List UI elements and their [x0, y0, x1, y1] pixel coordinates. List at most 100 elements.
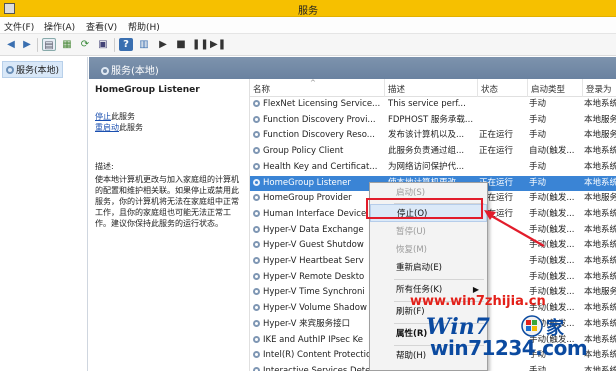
menu-help[interactable]: 帮助(H) — [128, 20, 160, 33]
help-icon[interactable]: ? — [119, 38, 133, 51]
cell-service-name: Hyper-V Remote Deskto — [253, 270, 385, 286]
menu-action[interactable]: 操作(A) — [44, 20, 75, 33]
description-label: 描述: — [95, 162, 114, 171]
stop-icon[interactable]: ■ — [174, 38, 188, 51]
table-row[interactable]: Function Discovery Reso... 发布该计算机以及... 正在运… — [250, 128, 616, 144]
resume-icon[interactable]: ▶❚ — [210, 38, 226, 51]
cell-startup-type: 手动(触发... — [529, 256, 575, 266]
annotation-arrow-icon — [484, 210, 545, 247]
cell-logon-as: 本地服务 — [584, 193, 616, 204]
properties-icon[interactable]: ▣ — [96, 38, 110, 51]
service-gear-icon — [253, 335, 260, 343]
cell-logon-as: 本地服务 — [584, 130, 616, 141]
cell-service-name: FlexNet Licensing Service... — [253, 97, 385, 113]
column-header-logon-as[interactable]: 登录为 — [586, 83, 612, 95]
table-row[interactable]: Group Policy Client 此服务负责通过组... 正在运行 自动(触发.… — [250, 144, 616, 160]
service-gear-icon — [253, 115, 260, 123]
service-gear-icon — [253, 272, 260, 280]
cell-logon-as: 本地系统 — [584, 256, 616, 266]
service-gear-icon — [253, 288, 260, 296]
detail-service-name: HomeGroup Listener — [95, 85, 200, 95]
console-icon[interactable]: ▥ — [137, 38, 151, 51]
cell-service-name: Hyper-V Guest Shutdow — [253, 238, 385, 254]
service-detail-panel: HomeGroup Listener 停止此服务 重启动此服务 描述: 使本地计… — [89, 79, 249, 371]
play-icon[interactable]: ▶ — [156, 38, 170, 51]
cell-service-name: HomeGroup Listener — [253, 176, 385, 192]
service-gear-icon — [253, 241, 260, 249]
cell-service-name: Hyper-V Time Synchroni — [253, 285, 385, 301]
cell-startup-type: 手动 — [529, 130, 547, 141]
column-header-row: 名称 ^ 描述 状态 启动类型 登录为 — [250, 79, 616, 97]
highlight-box — [366, 198, 483, 219]
table-row[interactable]: FlexNet Licensing Service... This service… — [250, 97, 616, 113]
service-gear-icon — [253, 131, 260, 139]
column-header-description[interactable]: 描述 — [388, 83, 405, 95]
service-gear-icon — [253, 366, 260, 371]
pane-header-title: 服务(本地) — [101, 62, 159, 77]
cell-startup-type: 手动 — [529, 99, 547, 109]
menu-file[interactable]: 文件(F) — [4, 20, 34, 33]
ctx-restart[interactable]: 重新启动(E) — [370, 259, 487, 277]
cell-service-name: Hyper-V Volume Shadow — [253, 301, 385, 317]
menu-view[interactable]: 查看(V) — [86, 20, 117, 33]
pane-header: 服务(本地) — [89, 57, 616, 79]
column-divider[interactable] — [477, 79, 478, 97]
column-divider[interactable] — [527, 79, 528, 97]
ctx-resume[interactable]: 恢复(M) — [370, 241, 487, 259]
gear-icon — [6, 66, 14, 74]
cell-logon-as: 本地系统 — [584, 177, 616, 188]
watermark-site: win71234.com — [430, 336, 588, 360]
service-gear-icon — [253, 194, 260, 202]
cell-logon-as: 本地系统 — [584, 161, 616, 172]
cell-description: 为网络访问保护代... — [388, 161, 465, 172]
cell-logon-as: 本地服务 — [584, 114, 616, 125]
cell-startup-type: 手动 — [529, 177, 547, 188]
column-header-name[interactable]: 名称 — [253, 83, 270, 95]
cell-service-name: Hyper-V 来宾服务接口 — [253, 317, 385, 333]
gear-icon — [101, 67, 109, 75]
refresh-icon[interactable]: ⟳ — [78, 38, 92, 51]
cell-logon-as: 本地系统 — [584, 146, 616, 157]
description-text: 使本地计算机更改与加入家庭组的计算机的配置和维护相关联。如果停止或禁用此服务，你… — [95, 175, 239, 228]
pause-icon[interactable]: ❚❚ — [192, 38, 209, 51]
menu-separator — [394, 279, 484, 280]
forward-icon[interactable]: ▶ — [20, 38, 34, 51]
watermark-url: www.win7zhijia.cn — [410, 294, 546, 309]
service-gear-icon — [253, 225, 260, 233]
service-gear-icon — [253, 257, 260, 264]
toolbar-separator — [114, 38, 115, 52]
service-gear-icon — [253, 351, 260, 359]
export-icon[interactable]: ▦ — [60, 38, 74, 51]
console-tree-icon[interactable]: ▤ — [42, 38, 56, 51]
service-gear-icon — [253, 147, 260, 155]
cell-logon-as: 本地系统 — [584, 365, 616, 371]
tree-node-services-local[interactable]: 服务(本地) — [2, 61, 64, 78]
cell-logon-as: 本地系统 — [584, 99, 616, 109]
service-gear-icon — [253, 178, 260, 186]
column-header-startup-type[interactable]: 启动类型 — [531, 83, 565, 95]
cell-service-name: Interactive Services Dete... — [253, 364, 385, 371]
column-divider[interactable] — [384, 79, 385, 97]
cell-service-name: Function Discovery Reso... — [253, 128, 385, 144]
cell-logon-as: 本地系统 — [584, 224, 616, 235]
service-gear-icon — [253, 209, 260, 217]
title-bar: 服务 — [0, 0, 616, 17]
stop-service-link[interactable]: 停止 — [95, 112, 111, 121]
table-row[interactable]: Function Discovery Provi... FDPHOST 服务承载.… — [250, 113, 616, 129]
cell-service-name: Hyper-V Heartbeat Serv — [253, 254, 385, 270]
column-header-status[interactable]: 状态 — [481, 83, 498, 95]
table-row[interactable]: Health Key and Certificat... 为网络访问保护代... 手… — [250, 160, 616, 176]
ctx-pause[interactable]: 暂停(U) — [370, 223, 487, 241]
cell-startup-type: 手动 — [529, 365, 547, 371]
cell-description: This service perf... — [388, 99, 466, 109]
cell-service-name: Group Policy Client — [253, 144, 385, 160]
back-icon[interactable]: ◀ — [4, 38, 18, 51]
cell-startup-type: 自动(触发... — [529, 146, 575, 157]
cell-startup-type: 手动 — [529, 161, 547, 172]
cell-status: 正在运行 — [479, 130, 514, 141]
restart-service-link[interactable]: 重启动 — [95, 123, 119, 132]
cell-description: 发布该计算机以及... — [388, 130, 465, 141]
column-divider[interactable] — [582, 79, 583, 97]
service-gear-icon — [253, 319, 260, 327]
cell-description: FDPHOST 服务承载... — [388, 114, 474, 125]
